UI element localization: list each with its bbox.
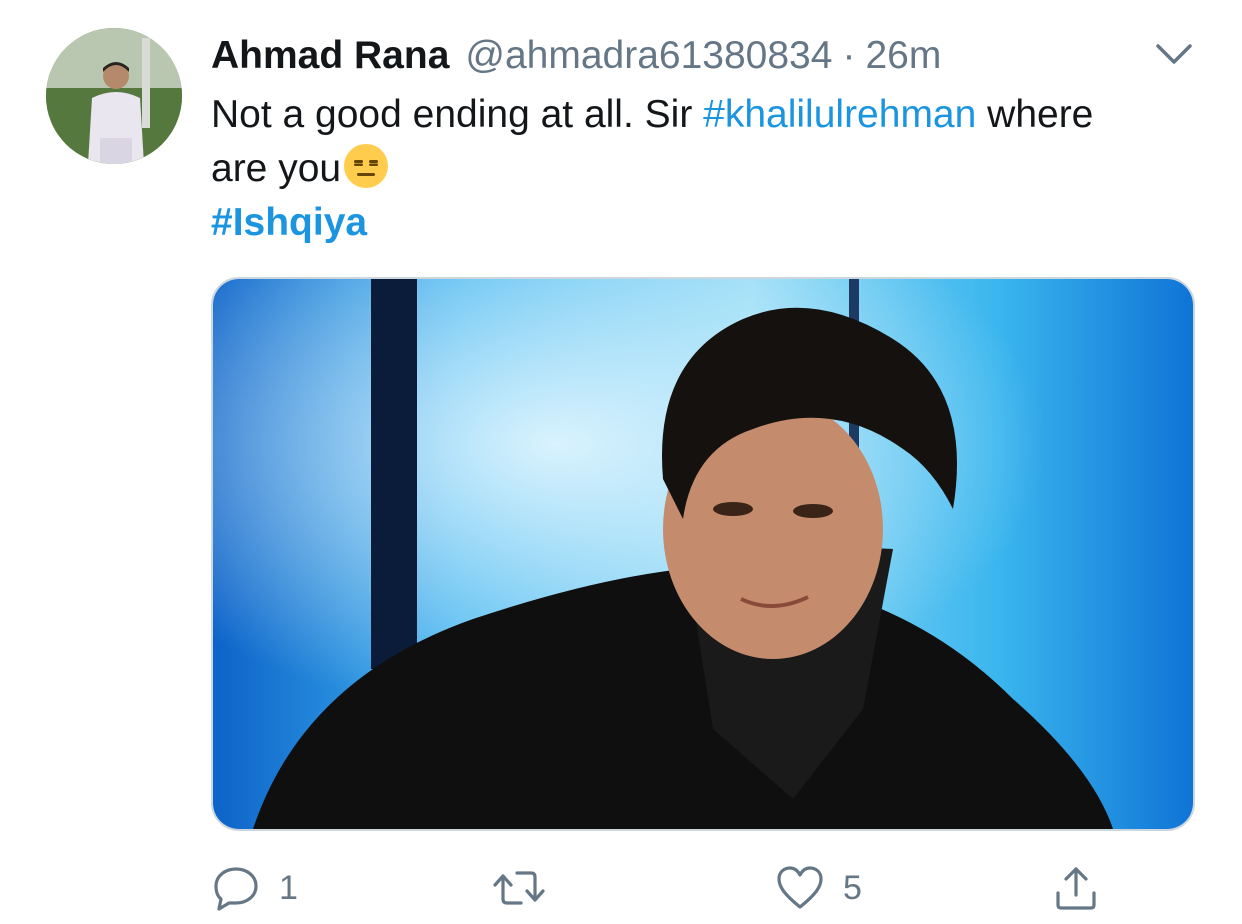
tweet-text-line-1: Not a good ending at all. Sir #khalilulr… xyxy=(211,88,1221,142)
tweet-text-line-3: #Ishqiya xyxy=(211,196,1221,250)
tweet-header: Ahmad Rana @ahmadra61380834 · 26m xyxy=(211,30,941,82)
retweet-icon xyxy=(493,871,545,905)
author-name[interactable]: Ahmad Rana xyxy=(211,34,449,78)
reply-count: 1 xyxy=(279,868,298,907)
separator: · xyxy=(842,34,856,77)
hashtag-link[interactable]: #khalilulrehman xyxy=(703,93,976,136)
text-segment: where xyxy=(976,93,1094,136)
avatar-photo xyxy=(46,28,182,164)
action-bar: 1 5 xyxy=(211,860,1195,916)
media-photo xyxy=(213,279,1193,829)
hashtag-link[interactable]: #Ishqiya xyxy=(211,201,367,244)
expressionless-face-icon xyxy=(343,143,389,189)
tweet-text: Not a good ending at all. Sir #khalilulr… xyxy=(211,88,1221,250)
reply-button[interactable]: 1 xyxy=(211,860,298,916)
timestamp[interactable]: 26m xyxy=(865,34,941,78)
like-button[interactable]: 5 xyxy=(775,860,862,916)
text-segment: Not a good ending at all. Sir xyxy=(211,93,704,136)
tweet-text-line-2: are you xyxy=(211,142,1221,196)
share-button[interactable] xyxy=(1051,860,1101,916)
retweet-button[interactable] xyxy=(491,860,565,916)
heart-icon xyxy=(777,866,823,909)
chevron-down-icon[interactable] xyxy=(1154,40,1194,68)
author-handle[interactable]: @ahmadra61380834 xyxy=(465,34,832,78)
avatar[interactable] xyxy=(46,28,182,164)
tweet: Ahmad Rana @ahmadra61380834 · 26m Not a … xyxy=(0,0,1242,924)
text-segment: are you xyxy=(211,147,342,190)
reply-icon xyxy=(214,867,258,911)
like-count: 5 xyxy=(843,868,862,907)
tweet-media-image[interactable] xyxy=(211,277,1195,831)
share-icon xyxy=(1056,867,1096,910)
